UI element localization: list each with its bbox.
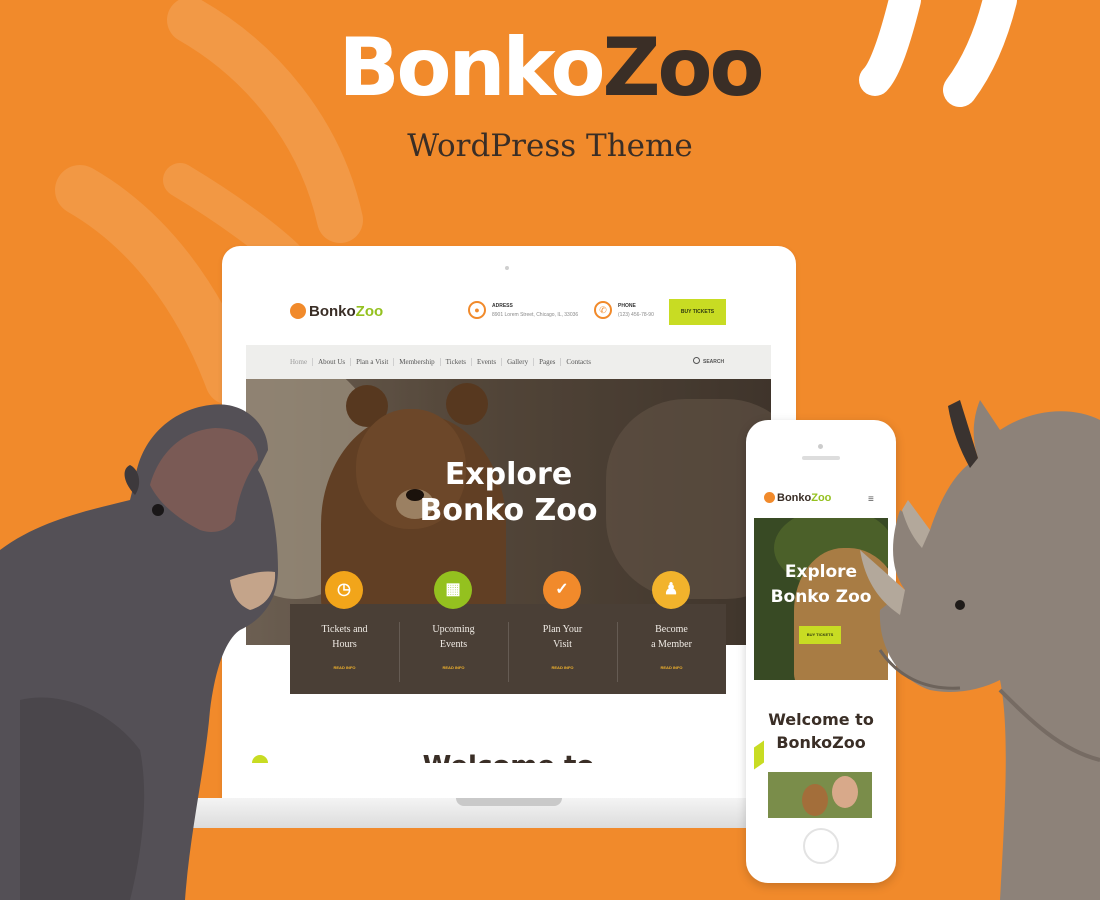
nav-item-membership[interactable]: Membership	[393, 358, 439, 366]
tile-upcoming-events[interactable]: ▦ Upcoming Events READ INFO	[399, 571, 508, 694]
phone-title: PHONE	[618, 303, 636, 309]
phone-home-button	[803, 828, 839, 864]
search-icon	[693, 357, 700, 364]
nav-item-home[interactable]: Home	[290, 358, 312, 366]
feature-tiles: ◷ Tickets and Hours READ INFO ▦ Upcoming E…	[290, 571, 726, 694]
mobile-photo	[768, 772, 872, 818]
address-text: 8901 Lorem Street, Chicago, IL, 33036	[492, 312, 579, 318]
brand-title: BonkoZoo	[0, 28, 1100, 108]
brand-part-1: Bonko	[338, 21, 606, 114]
logo-mark-icon	[290, 303, 306, 319]
logo-part-2: Zoo	[355, 303, 384, 320]
read-info-link[interactable]: READ INFO	[290, 665, 399, 670]
address-title: ADRESS	[492, 303, 513, 309]
nav-item-plan-a-visit[interactable]: Plan a Visit	[350, 358, 393, 366]
check-icon: ✓	[543, 571, 581, 609]
tile-become-a-member[interactable]: ♟ Become a Member READ INFO	[617, 571, 726, 694]
site-header: BonkoZoo ● ADRESS 8901 Lorem Street, Chi…	[246, 285, 771, 345]
tile-tickets-and-hours[interactable]: ◷ Tickets and Hours READ INFO	[290, 571, 399, 694]
nav-item-contacts[interactable]: Contacts	[560, 358, 596, 366]
tile-label: Become a Member	[651, 624, 692, 650]
phone-text: (123) 456-78-90	[618, 312, 654, 318]
phone-speaker	[802, 456, 840, 460]
nav-item-events[interactable]: Events	[471, 358, 501, 366]
tile-label: Upcoming Events	[432, 624, 475, 650]
mobile-logo-part-1: Bonko	[777, 492, 812, 504]
hippo-image	[0, 404, 278, 900]
nav-item-about-us[interactable]: About Us	[312, 358, 350, 366]
main-nav: Home About Us Plan a Visit Membership Ti…	[246, 345, 771, 379]
nav-item-pages[interactable]: Pages	[533, 358, 560, 366]
nav-item-tickets[interactable]: Tickets	[439, 358, 471, 366]
tile-plan-your-visit[interactable]: ✓ Plan Your Visit READ INFO	[508, 571, 617, 694]
search-label: SEARCH	[703, 359, 725, 365]
monkey-figure	[802, 784, 828, 816]
phone-icon: ✆	[594, 301, 612, 319]
welcome-heading-partial: Welcome to	[246, 753, 771, 763]
mobile-buy-tickets-button[interactable]: BUY TICKETS	[799, 626, 841, 644]
location-pin-icon: ●	[468, 301, 486, 319]
laptop-camera	[505, 266, 509, 270]
logo-mark-icon	[764, 492, 775, 503]
mobile-logo-part-2: Zoo	[811, 492, 832, 504]
site-logo[interactable]: BonkoZoo	[290, 303, 383, 320]
phone-camera	[818, 444, 823, 449]
nav-item-gallery[interactable]: Gallery	[501, 358, 533, 366]
mobile-logo[interactable]: BonkoZoo	[764, 492, 831, 504]
hero-title: Explore Bonko Zoo	[416, 457, 601, 529]
read-info-link[interactable]: READ INFO	[617, 665, 726, 670]
rhino-image	[860, 400, 1100, 900]
search-button[interactable]: SEARCH	[693, 357, 724, 365]
clock-icon: ◷	[325, 571, 363, 609]
calendar-icon: ▦	[434, 571, 472, 609]
hero-title-line-2: Bonko Zoo	[419, 493, 598, 528]
tile-label: Tickets and Hours	[321, 624, 368, 650]
brand-part-2: Zoo	[602, 21, 764, 114]
brand-subtitle: WordPress Theme	[407, 128, 693, 164]
buy-tickets-button[interactable]: BUY TICKETS	[669, 299, 726, 325]
member-icon: ♟	[652, 571, 690, 609]
desktop-site-preview: BonkoZoo ● ADRESS 8901 Lorem Street, Chi…	[246, 285, 771, 763]
tile-label: Plan Your Visit	[542, 624, 583, 650]
person-figure	[832, 776, 858, 808]
mobile-accent-stripe	[754, 740, 764, 770]
logo-part-1: Bonko	[309, 303, 356, 320]
read-info-link[interactable]: READ INFO	[399, 665, 508, 670]
hero-title-line-1: Explore	[444, 457, 573, 492]
read-info-link[interactable]: READ INFO	[508, 665, 617, 670]
laptop-notch	[456, 798, 562, 806]
